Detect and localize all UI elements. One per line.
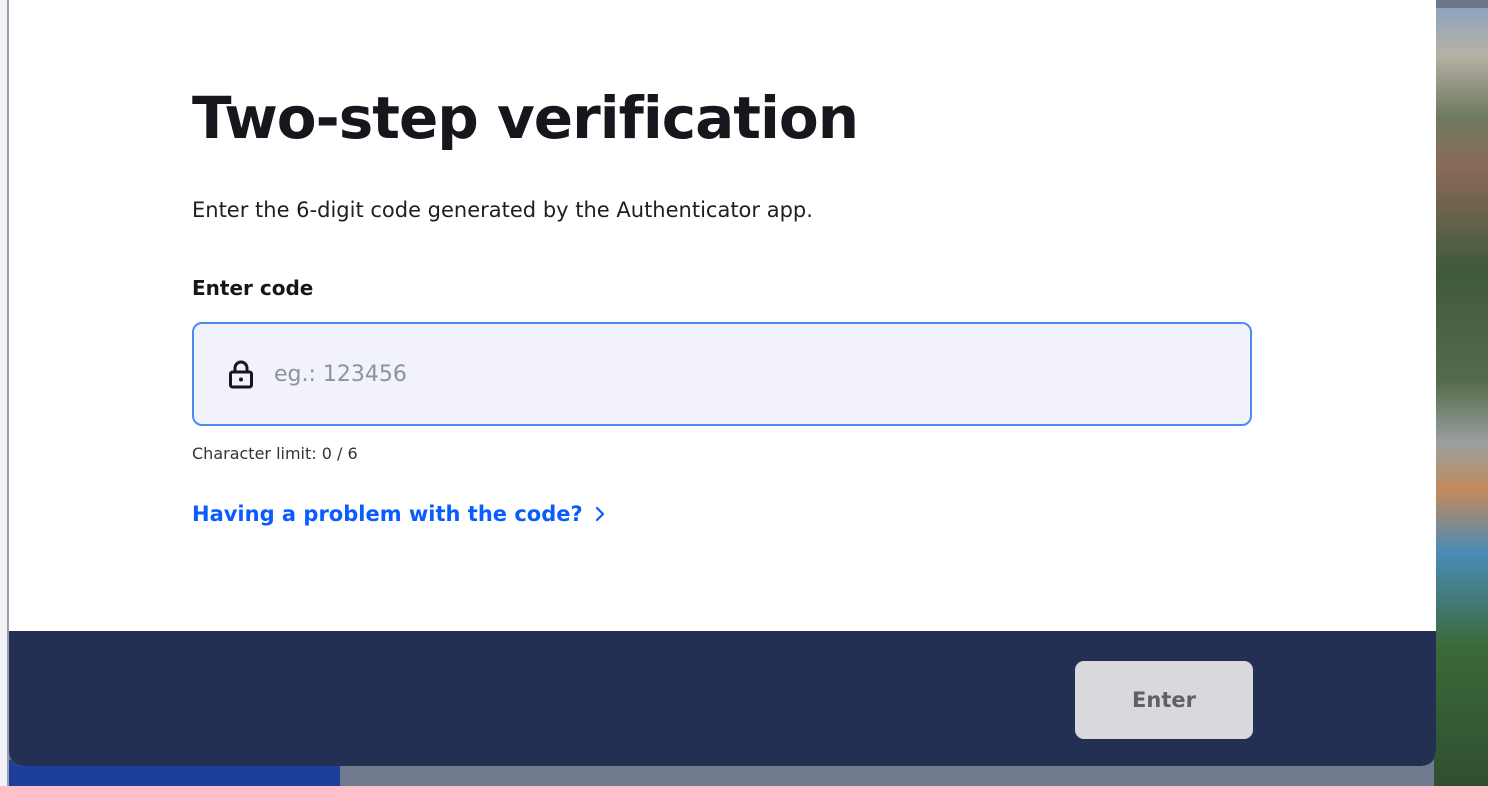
problem-with-code-link-label: Having a problem with the code? <box>192 502 583 526</box>
code-field-label: Enter code <box>192 276 314 300</box>
backdrop-photo <box>1434 8 1488 786</box>
character-limit-label: Character limit: <box>192 444 317 463</box>
two-step-verification-dialog: Two-step verification Enter the 6-digit … <box>9 0 1436 766</box>
character-count: 0 / 6 <box>321 444 358 463</box>
problem-with-code-link[interactable]: Having a problem with the code? <box>192 502 607 526</box>
character-limit: Character limit: 0 / 6 <box>192 444 358 463</box>
enter-button[interactable]: Enter <box>1075 661 1253 739</box>
chevron-right-icon <box>595 506 604 522</box>
lock-icon <box>229 360 253 389</box>
backdrop-left-edge <box>0 0 9 786</box>
dialog-footer: Enter <box>9 631 1436 766</box>
dialog-title: Two-step verification <box>192 84 859 152</box>
code-input[interactable] <box>274 344 1250 404</box>
dialog-subtitle: Enter the 6-digit code generated by the … <box>192 198 813 222</box>
code-input-container[interactable] <box>192 322 1252 426</box>
